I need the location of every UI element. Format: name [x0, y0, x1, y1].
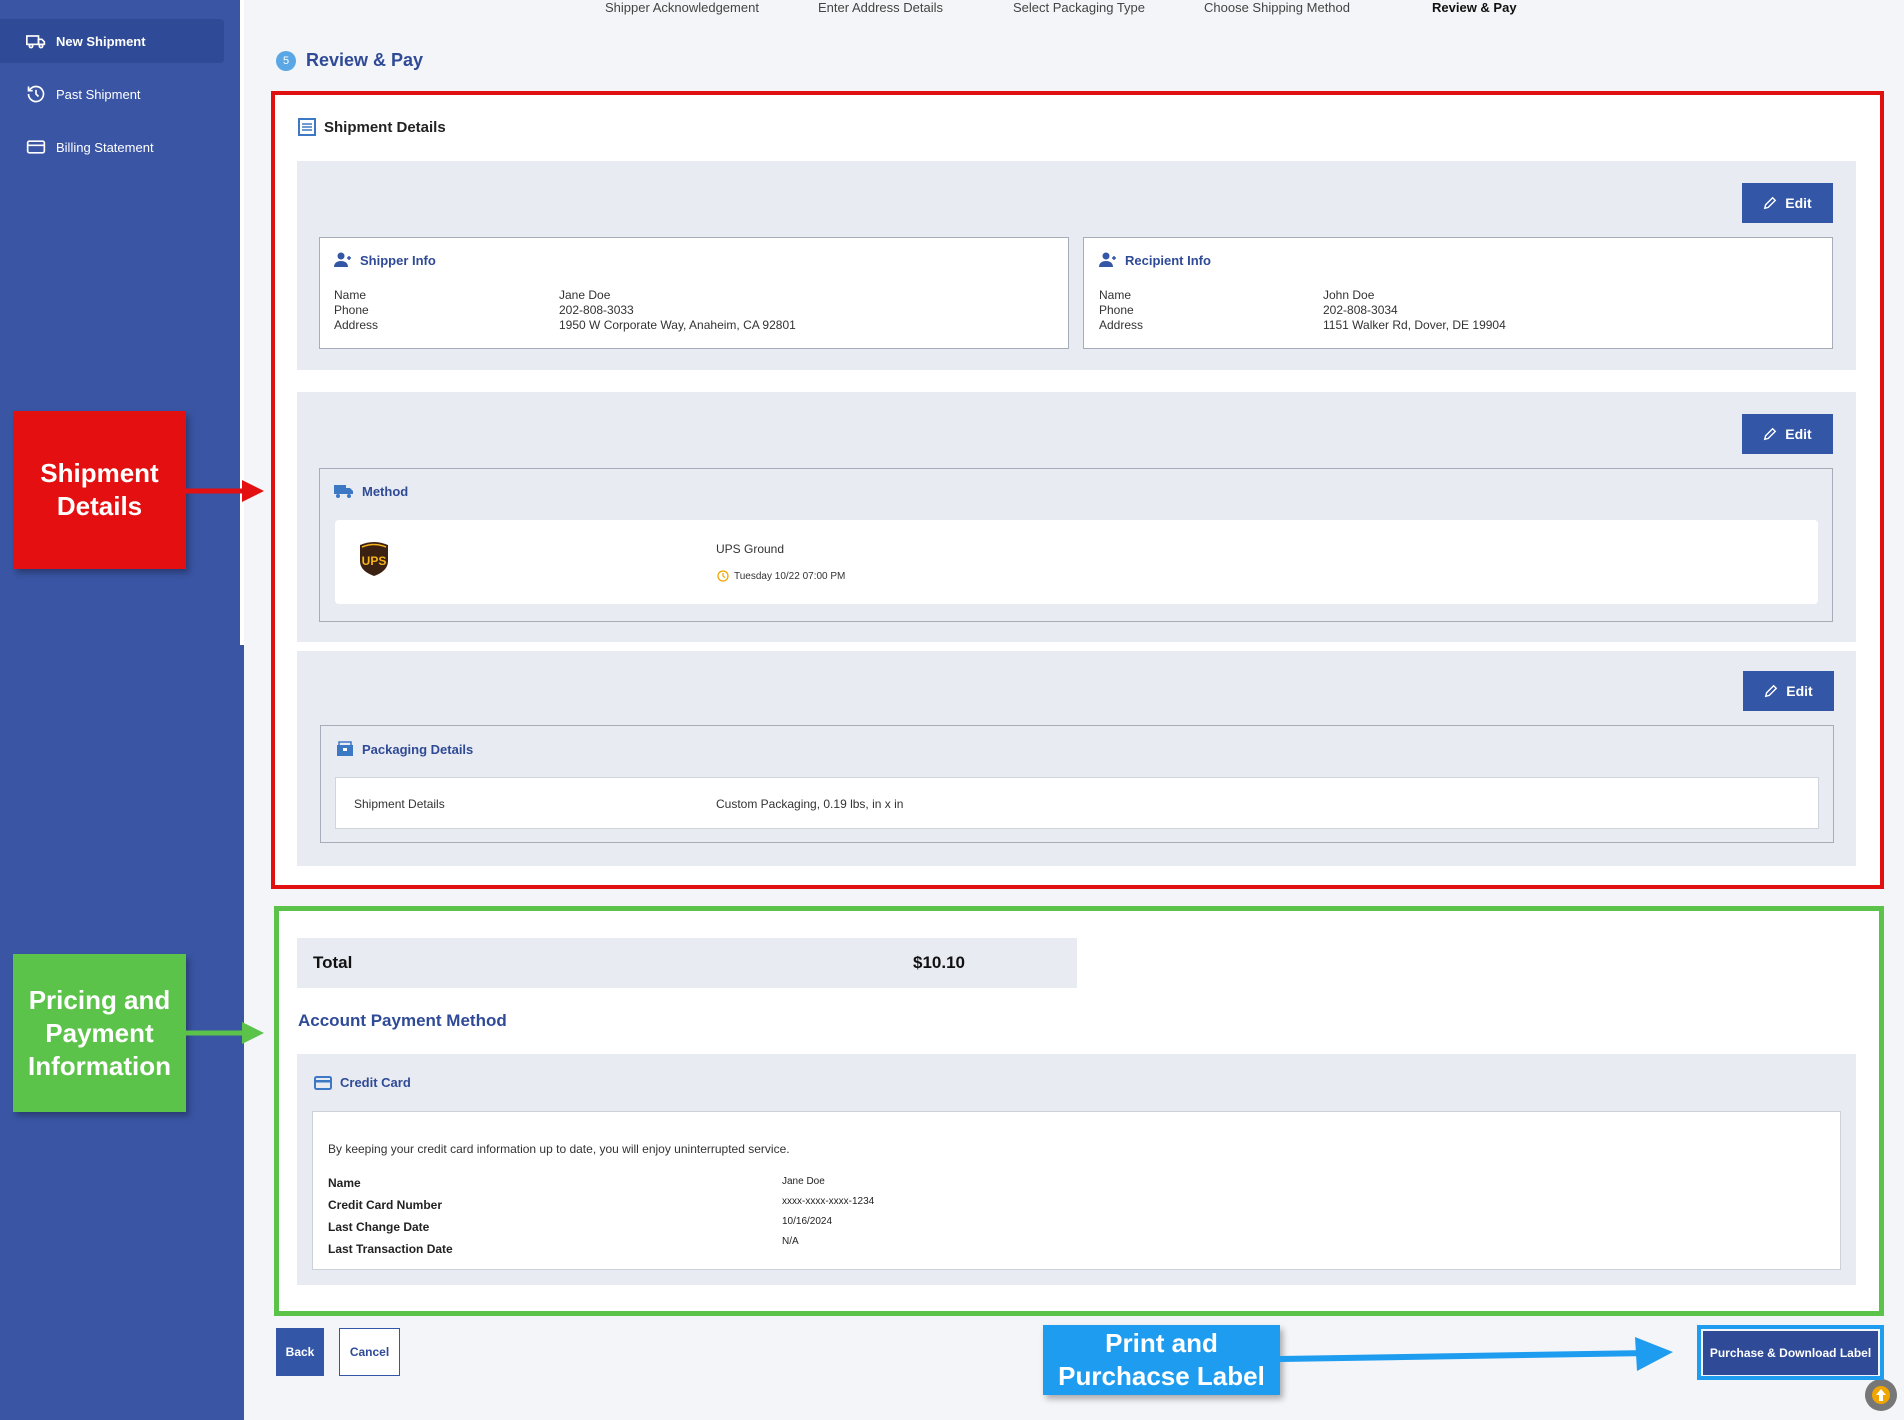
back-button[interactable]: Back [276, 1328, 324, 1376]
sidebar-item-billing-statement[interactable]: Billing Statement [0, 125, 224, 169]
sidebar-item-new-shipment[interactable]: New Shipment [0, 19, 224, 63]
arrow-up-icon [1872, 1386, 1890, 1404]
pricing-callout: Pricing and Payment Information [13, 954, 186, 1112]
page-title: 5 Review & Pay [276, 50, 423, 71]
purchase-highlight [1697, 1325, 1884, 1380]
sidebar-item-label: Billing Statement [56, 139, 154, 155]
green-arrow-icon [186, 1022, 264, 1044]
blue-arrow-icon [1280, 1337, 1673, 1371]
step-enter-address[interactable]: Enter Address Details [818, 0, 943, 15]
step-review-pay[interactable]: Review & Pay [1432, 0, 1517, 15]
sidebar-divider [240, 0, 244, 645]
red-arrow-icon [186, 480, 264, 502]
sidebar-item-label: New Shipment [56, 33, 146, 49]
scroll-to-top-button[interactable] [1865, 1379, 1897, 1411]
credit-card-icon [26, 140, 46, 154]
cancel-button[interactable]: Cancel [339, 1328, 400, 1376]
step-shipper-acknowledgement[interactable]: Shipper Acknowledgement [605, 0, 759, 15]
page-title-text: Review & Pay [306, 50, 424, 70]
step-select-packaging[interactable]: Select Packaging Type [1013, 0, 1145, 15]
sidebar-item-past-shipment[interactable]: Past Shipment [0, 72, 224, 116]
truck-icon [26, 35, 46, 49]
sidebar [0, 0, 244, 1420]
shipment-details-callout: Shipment Details [13, 411, 186, 569]
step-number-badge: 5 [276, 50, 296, 71]
history-icon [27, 85, 45, 103]
step-choose-shipping[interactable]: Choose Shipping Method [1204, 0, 1350, 15]
pricing-highlight [274, 906, 1884, 1316]
shipment-details-highlight [271, 91, 1884, 889]
sidebar-item-label: Past Shipment [56, 86, 141, 102]
print-purchase-callout: Print and Purchacse Label [1043, 1325, 1280, 1395]
